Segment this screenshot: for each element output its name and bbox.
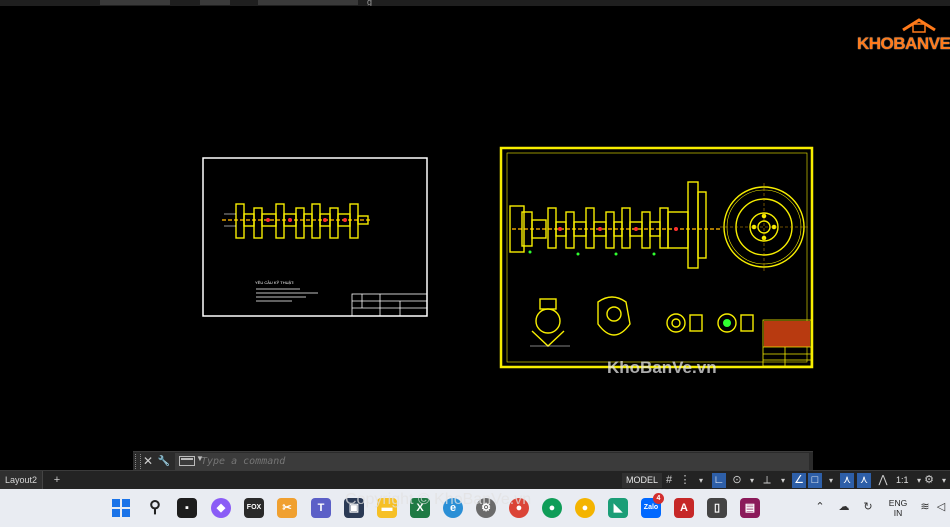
chevron-down-icon[interactable]: ▾ bbox=[776, 473, 790, 488]
chevron-down-icon[interactable]: ▾ bbox=[824, 473, 838, 488]
region-code: IN bbox=[893, 508, 903, 518]
snipping-tool-icon[interactable]: ✂ bbox=[277, 498, 297, 518]
chevron-down-icon[interactable]: ▾ bbox=[937, 473, 950, 488]
copilot-icon[interactable]: ◆ bbox=[211, 498, 231, 518]
gear-icon[interactable]: ⚙ bbox=[922, 473, 936, 488]
document-tab[interactable] bbox=[200, 0, 230, 5]
left-title-block bbox=[351, 293, 428, 317]
polar-tracking-icon[interactable]: ⊙ bbox=[730, 473, 744, 488]
grid-icon[interactable]: # bbox=[662, 473, 676, 488]
chevron-up-icon[interactable]: ⌃ bbox=[813, 499, 827, 516]
status-bar: Layout2 + MODEL # ⋮ ▾ ∟ ⊙ ▾ ⟂ ▾ ∠ □ ▾ ⋏ … bbox=[0, 470, 950, 490]
tab-layout2[interactable]: Layout2 bbox=[0, 471, 44, 489]
right-sheet[interactable] bbox=[499, 146, 814, 369]
refresh-icon[interactable]: ↻ bbox=[860, 499, 876, 516]
right-crankshaft bbox=[509, 181, 720, 269]
speaker-icon[interactable]: ◁ bbox=[934, 499, 948, 516]
annotation-visibility-icon[interactable]: ⋏ bbox=[840, 473, 854, 488]
watermark-text: KhoBanVe.vn bbox=[607, 358, 717, 377]
left-crankshaft bbox=[222, 203, 372, 239]
logo-text: KHOBANVE bbox=[857, 34, 950, 53]
object-snap-tracking-icon[interactable]: ∠ bbox=[792, 473, 806, 488]
notification-badge: 4 bbox=[653, 493, 664, 504]
command-input[interactable] bbox=[175, 453, 809, 470]
chrome-icon-3[interactable]: ● bbox=[575, 498, 595, 518]
drawing-svg: YÊU CẦU KỸ THUẬT: bbox=[202, 146, 814, 369]
annotation-scale-icon[interactable]: ⋀ bbox=[876, 473, 890, 488]
wifi-icon[interactable]: ≋ bbox=[918, 499, 932, 516]
flywheel bbox=[720, 183, 808, 271]
snap-icon[interactable]: ⋮ bbox=[678, 473, 692, 488]
chevron-down-icon[interactable]: ▾ bbox=[694, 473, 708, 488]
wrench-icon[interactable]: 🔧 bbox=[157, 453, 171, 470]
app-icon-green[interactable]: ◣ bbox=[608, 498, 628, 518]
command-line-bar: ✕ 🔧 ▼ bbox=[133, 451, 813, 471]
autocad-icon[interactable]: A bbox=[674, 498, 694, 518]
ortho-icon[interactable]: ∟ bbox=[712, 473, 726, 488]
input-language[interactable]: ENG IN bbox=[884, 498, 912, 518]
add-layout-button[interactable]: + bbox=[50, 471, 64, 489]
start-icon[interactable] bbox=[111, 498, 131, 518]
annotation-scale-value[interactable]: 1:1 bbox=[896, 473, 909, 488]
isodraft-icon[interactable]: ⟂ bbox=[760, 473, 774, 488]
teams-icon[interactable]: T bbox=[311, 498, 331, 518]
chevron-down-icon[interactable]: ▼ bbox=[196, 454, 204, 463]
object-snap-icon[interactable]: □ bbox=[808, 473, 822, 488]
command-history-icon[interactable] bbox=[179, 456, 195, 466]
right-title-block bbox=[762, 319, 812, 367]
brand-logo: KHOBANVE bbox=[853, 16, 950, 60]
app-icon-dark[interactable]: FOX bbox=[244, 498, 264, 518]
close-icon[interactable]: ✕ bbox=[141, 453, 155, 470]
chrome-icon-2[interactable]: ● bbox=[542, 498, 562, 518]
copyright-watermark: Copyright © KhoBanVe.vn bbox=[345, 491, 532, 508]
cloud-sync-icon[interactable]: ☁ bbox=[836, 499, 852, 516]
winrar-icon[interactable]: ▤ bbox=[740, 498, 760, 518]
zalo-icon[interactable]: Zalo 4 bbox=[641, 493, 664, 518]
document-tab[interactable] bbox=[258, 0, 358, 5]
drawing-canvas[interactable]: YÊU CẦU KỸ THUẬT: KHOBANVE KhoBanVe.vn bbox=[0, 6, 950, 470]
model-space-button[interactable]: MODEL bbox=[622, 473, 663, 488]
notes-lines bbox=[256, 288, 318, 302]
language-code: ENG bbox=[888, 498, 908, 508]
document-tab[interactable] bbox=[100, 0, 170, 5]
task-view-icon[interactable]: ▪ bbox=[177, 498, 197, 518]
auto-scale-icon[interactable]: ⋏ bbox=[857, 473, 871, 488]
search-icon[interactable]: ⚲ bbox=[145, 498, 165, 518]
section-views bbox=[530, 296, 754, 347]
tech-requirements-title: YÊU CẦU KỸ THUẬT: bbox=[255, 280, 294, 285]
chevron-down-icon[interactable]: ▾ bbox=[745, 473, 759, 488]
phone-icon[interactable]: ▯ bbox=[707, 498, 727, 518]
left-sheet[interactable]: YÊU CẦU KỸ THUẬT: bbox=[202, 157, 428, 317]
